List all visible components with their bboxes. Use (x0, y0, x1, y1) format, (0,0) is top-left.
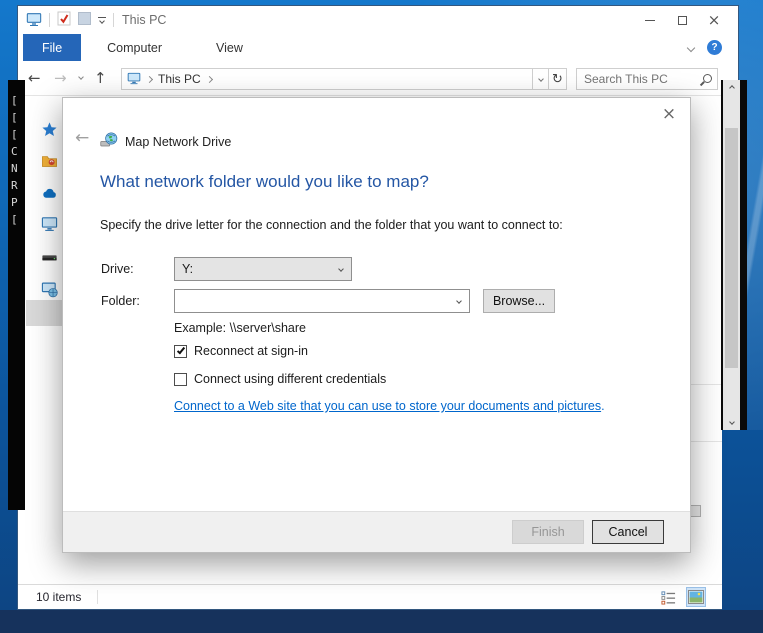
ribbon-tabs: File Computer View ? (18, 34, 738, 61)
status-divider (97, 590, 99, 604)
drive-icon[interactable] (41, 249, 58, 266)
instruction-text: Specify the drive letter for the connect… (100, 218, 563, 232)
map-drive-icon (100, 131, 118, 149)
address-dropdown-icon[interactable] (533, 68, 549, 90)
quick-access-toolbar (26, 11, 114, 30)
chevron-down-icon (338, 266, 344, 272)
dialog-title: Map Network Drive (125, 135, 232, 149)
breadcrumb-chevron-icon[interactable] (145, 75, 154, 83)
wizard-heading: What network folder would you like to ma… (100, 172, 429, 191)
new-folder-icon[interactable] (78, 12, 91, 28)
credentials-checkbox-row: Connect using different credentials (174, 372, 386, 386)
folder-combobox[interactable] (174, 289, 470, 313)
quick-access-icon[interactable] (41, 121, 58, 138)
credentials-checkbox-label: Connect using different credentials (194, 372, 387, 386)
creative-cloud-icon[interactable] (41, 153, 58, 170)
help-icon[interactable]: ? (707, 40, 722, 55)
search-icon[interactable] (699, 73, 712, 86)
tab-file[interactable]: File (23, 34, 82, 61)
ribbon-collapse-icon[interactable] (686, 43, 696, 52)
scroll-thumb[interactable] (725, 128, 738, 368)
breadcrumb-location[interactable]: This PC (158, 72, 201, 86)
maximize-button[interactable] (666, 6, 698, 34)
address-bar: ← → ↑ This PC ↻ (18, 61, 738, 96)
location-monitor-icon (127, 71, 141, 88)
breadcrumb-chevron-icon[interactable] (205, 75, 213, 83)
console-window-edge: [ [ [ C N R P [ (8, 80, 25, 510)
finish-button[interactable]: Finish (512, 520, 584, 544)
forward-icon[interactable]: → (54, 69, 67, 87)
thumbnail-view-button[interactable] (686, 587, 706, 607)
scroll-up-icon[interactable] (723, 80, 740, 96)
map-network-drive-dialog: × ← Map Network Drive What network folde… (62, 97, 691, 553)
tab-view[interactable]: View (199, 34, 260, 61)
checkmark-icon (176, 345, 185, 355)
console-window-border (740, 80, 747, 430)
window-title: This PC (122, 13, 167, 27)
desktop: This PC × File Computer View ? ← → ↑ Thi… (0, 0, 763, 633)
taskbar[interactable] (0, 610, 763, 633)
browse-button[interactable]: Browse... (483, 289, 555, 313)
folder-label: Folder: (101, 294, 140, 308)
minimize-button[interactable] (634, 6, 666, 34)
drive-select[interactable]: Y: (174, 257, 352, 281)
scroll-down-icon[interactable] (723, 414, 740, 430)
search-box (576, 68, 718, 90)
web-link-row: Connect to a Web site that you can use t… (174, 399, 605, 413)
web-link[interactable]: Connect to a Web site that you can use t… (174, 399, 601, 413)
cancel-button[interactable]: Cancel (592, 520, 664, 544)
recent-locations-icon[interactable] (78, 74, 84, 80)
dialog-footer: Finish Cancel (63, 511, 690, 552)
link-period: . (601, 399, 605, 413)
qat-customize-icon[interactable] (98, 17, 106, 24)
dialog-back-icon[interactable]: ← (75, 128, 89, 148)
back-icon[interactable]: ← (28, 69, 41, 87)
title-bar: This PC × (18, 6, 738, 34)
items-count: 10 items (36, 590, 82, 604)
drive-value: Y: (182, 262, 194, 276)
reconnect-checkbox-label: Reconnect at sign-in (194, 344, 308, 358)
drive-label: Drive: (101, 262, 134, 276)
folder-input[interactable] (182, 294, 457, 308)
network-icon[interactable] (41, 281, 58, 298)
search-input[interactable] (584, 72, 699, 86)
credentials-checkbox[interactable] (174, 372, 187, 386)
reconnect-checkbox[interactable] (174, 344, 187, 358)
example-text: Example: \\server\share (174, 321, 306, 335)
properties-icon[interactable] (57, 11, 71, 29)
reconnect-checkbox-row: Reconnect at sign-in (174, 344, 308, 358)
desktop-wallpaper (722, 430, 763, 610)
dialog-close-button[interactable]: × (658, 103, 680, 125)
close-button[interactable]: × (698, 6, 730, 34)
this-pc-sidebar-icon[interactable] (41, 215, 58, 232)
tab-computer[interactable]: Computer (90, 34, 179, 61)
chevron-down-icon (456, 298, 462, 304)
this-pc-icon[interactable] (26, 11, 42, 30)
onedrive-icon[interactable] (41, 185, 58, 202)
address-location[interactable]: This PC (121, 68, 533, 90)
status-bar: 10 items (18, 584, 738, 609)
toolbar-divider (113, 13, 114, 27)
details-view-button[interactable] (658, 587, 678, 607)
toolbar-divider (49, 13, 50, 27)
console-scrollbar[interactable] (721, 80, 740, 430)
window-controls: × (634, 6, 730, 34)
refresh-icon[interactable]: ↻ (549, 68, 567, 90)
up-icon[interactable]: ↑ (94, 69, 107, 87)
